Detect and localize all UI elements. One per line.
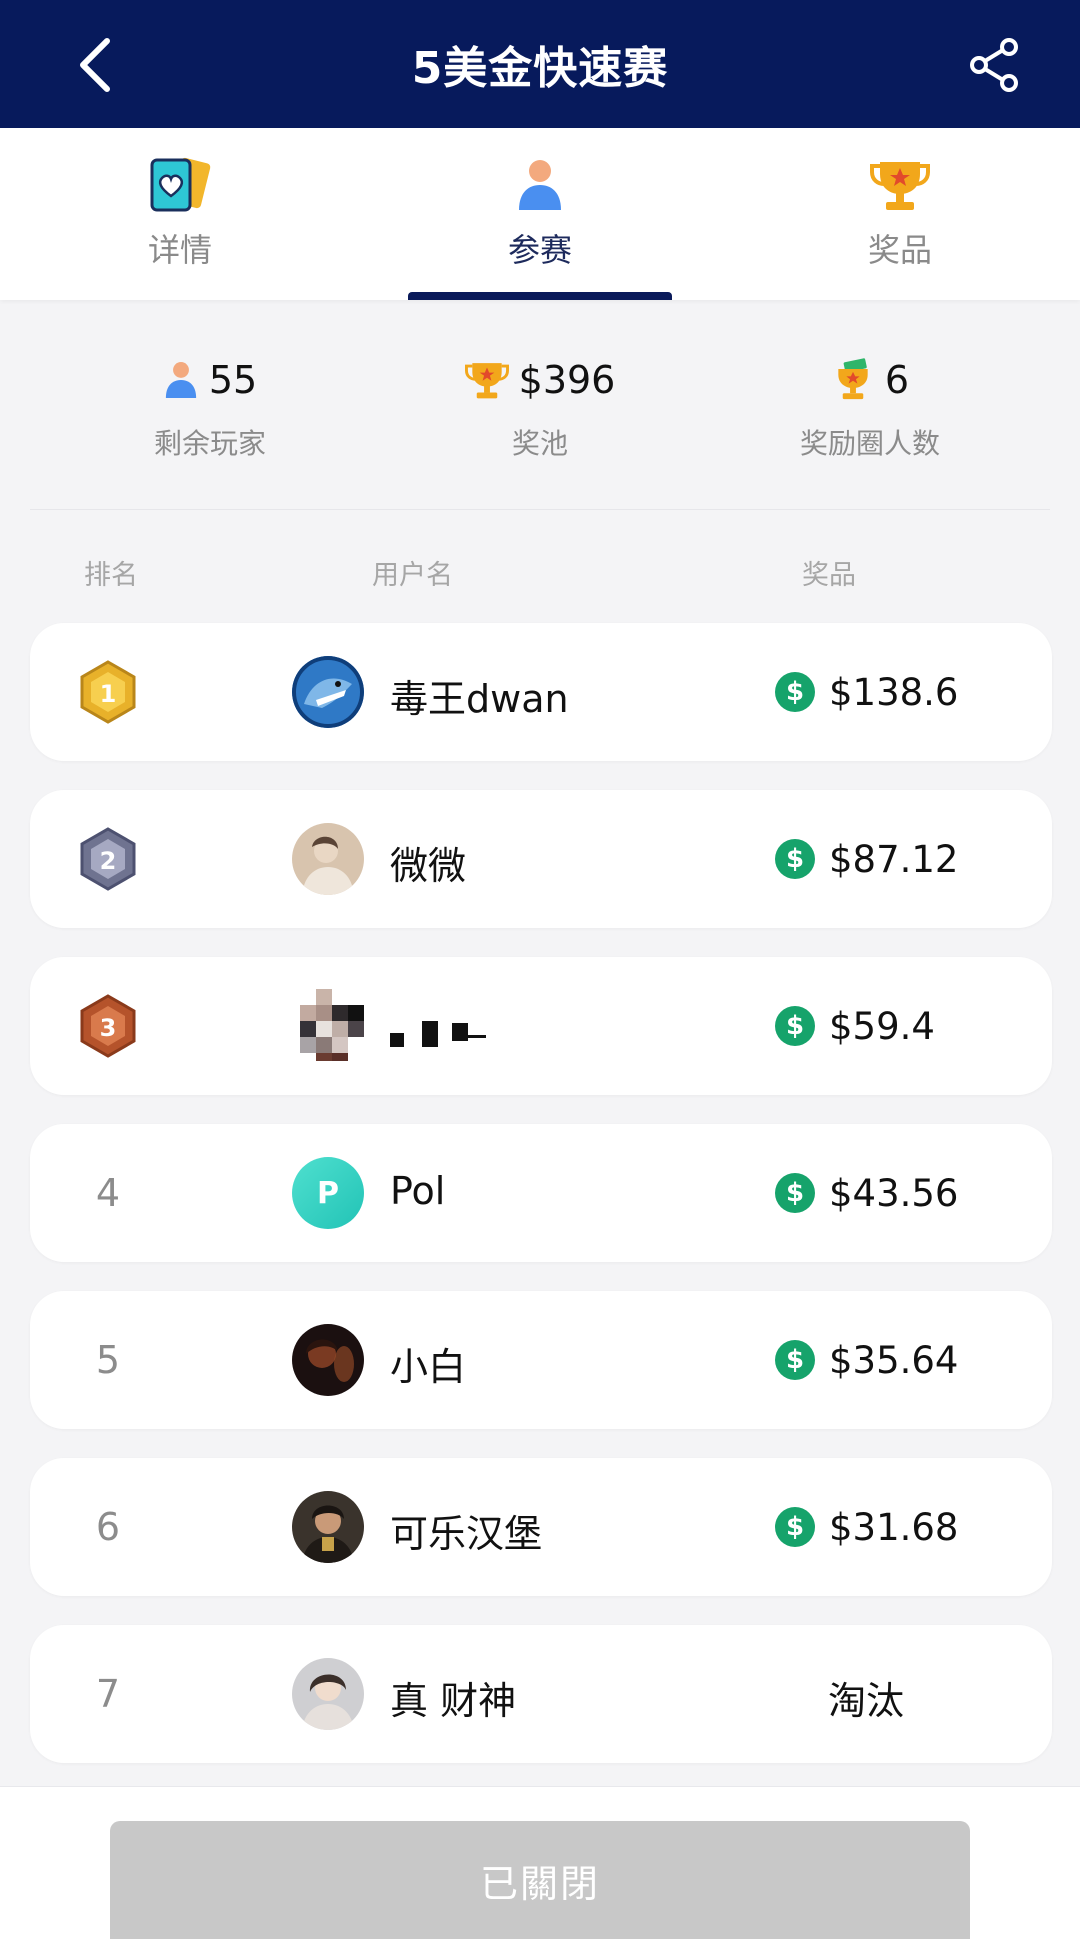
- avatar[interactable]: [292, 823, 364, 895]
- stat-prize-pool: $396 奖池: [370, 352, 710, 462]
- remaining-players-value: 55: [208, 358, 258, 402]
- active-tab-indicator: [408, 292, 672, 300]
- rank-number: 4: [95, 1171, 121, 1215]
- chevron-left-icon: [80, 38, 110, 92]
- rank-number: 5: [95, 1338, 121, 1382]
- share-icon: [970, 38, 1018, 92]
- avatar-letter[interactable]: P: [292, 1157, 364, 1229]
- player-row[interactable]: 1 毒王dwan $ $138.6: [30, 623, 1052, 761]
- player-row[interactable]: 3 $ $59.4: [30, 957, 1052, 1095]
- bronze-medal-icon: 3: [80, 994, 136, 1058]
- portrait-avatar-icon: [292, 1491, 364, 1563]
- tournament-stats: 55 剩余玩家 $396 奖池 6 奖励圈人数: [30, 300, 1050, 510]
- prize-amount: $43.56: [829, 1171, 959, 1215]
- prize-pool-value: $396: [518, 358, 616, 402]
- prize-amount: $31.68: [829, 1505, 959, 1549]
- cards-icon: [150, 157, 211, 212]
- prize-amount: $138.6: [829, 670, 959, 714]
- player-row[interactable]: 7 真 财神 淘汰: [30, 1625, 1052, 1763]
- username: 小白: [390, 1345, 467, 1389]
- paid-places-value: 6: [884, 358, 910, 402]
- player-row[interactable]: 4 P Pol $ $43.56: [30, 1124, 1052, 1262]
- bottom-bar: 已關閉: [0, 1786, 1080, 1939]
- rank-number: 7: [95, 1672, 121, 1716]
- dollar-icon: $: [775, 839, 815, 879]
- svg-text:3: 3: [100, 1014, 117, 1042]
- closed-button[interactable]: 已關閉: [110, 1821, 970, 1939]
- back-button[interactable]: [60, 30, 130, 100]
- player-row[interactable]: 2 微微 $ $87.12: [30, 790, 1052, 928]
- stat-paid-places: 6 奖励圈人数: [700, 352, 1040, 462]
- prize-amount: $87.12: [829, 837, 959, 881]
- player-row[interactable]: 5 小白 $ $35.64: [30, 1291, 1052, 1429]
- avatar-pixelated[interactable]: [300, 989, 372, 1061]
- prize: $ $35.64: [775, 1324, 958, 1396]
- username: 真 财神: [390, 1679, 517, 1723]
- column-header-username: 用户名: [372, 560, 453, 591]
- avatar[interactable]: [292, 656, 364, 728]
- pixelated-avatar-icon: [300, 989, 364, 1061]
- page-title: 5美金快速赛: [411, 43, 669, 94]
- tab-details[interactable]: 详情: [0, 128, 360, 300]
- tab-prizes[interactable]: 奖品: [720, 128, 1080, 300]
- tab-participants-label: 参赛: [507, 231, 572, 269]
- username-pixelated: [390, 1015, 500, 1064]
- share-button[interactable]: [960, 30, 1030, 100]
- prize-amount: $35.64: [829, 1338, 959, 1382]
- trophy-icon: [870, 162, 930, 210]
- prize-pool-label: 奖池: [511, 427, 568, 460]
- shark-avatar-icon: [292, 656, 364, 728]
- silver-medal-icon: 2: [80, 827, 136, 891]
- dark-portrait-avatar-icon: [292, 1324, 364, 1396]
- rank-medal-gold: 1: [78, 657, 138, 727]
- dollar-icon: $: [775, 1173, 815, 1213]
- rank-medal-silver: 2: [78, 824, 138, 894]
- prize-amount: $59.4: [829, 1004, 935, 1048]
- tab-prizes-label: 奖品: [867, 231, 932, 269]
- remaining-players-label: 剩余玩家: [153, 427, 266, 460]
- avatar[interactable]: [292, 1324, 364, 1396]
- player-icon: [165, 362, 196, 398]
- prize: $ $31.68: [775, 1491, 958, 1563]
- trophy-icon: [464, 363, 509, 399]
- prize: $ $59.4: [775, 990, 935, 1062]
- top-bar: 5美金快速赛: [0, 0, 1080, 128]
- user-icon: [519, 160, 561, 210]
- money-trophy-icon: [838, 358, 868, 400]
- username: 微微: [390, 844, 467, 888]
- svg-text:2: 2: [100, 847, 117, 875]
- prize: $ $43.56: [775, 1157, 958, 1229]
- avatar[interactable]: [292, 1658, 364, 1730]
- portrait-avatar-icon: [292, 1658, 364, 1730]
- tab-participants[interactable]: 参赛: [360, 128, 720, 300]
- prize: $ $138.6: [775, 656, 958, 728]
- dollar-icon: $: [775, 1340, 815, 1380]
- column-header-prize: 奖品: [802, 560, 856, 591]
- svg-text:1: 1: [100, 680, 117, 708]
- rank-number: 6: [95, 1505, 121, 1549]
- prize: $ $87.12: [775, 823, 958, 895]
- username: Pol: [390, 1169, 446, 1213]
- dollar-icon: $: [775, 672, 815, 712]
- avatar[interactable]: [292, 1491, 364, 1563]
- gold-medal-icon: 1: [80, 660, 136, 724]
- tab-bar: 详情 参赛 奖品: [0, 128, 1080, 300]
- tab-details-label: 详情: [147, 231, 212, 269]
- obscured-username-glyph: [390, 1021, 486, 1047]
- username: 毒王dwan: [390, 677, 569, 721]
- paid-places-label: 奖励圈人数: [799, 427, 940, 460]
- dollar-icon: $: [775, 1006, 815, 1046]
- rank-medal-bronze: 3: [78, 991, 138, 1061]
- portrait-avatar-icon: [292, 823, 364, 895]
- username: 可乐汉堡: [390, 1512, 543, 1556]
- player-row[interactable]: 6 可乐汉堡 $ $31.68: [30, 1458, 1052, 1596]
- column-header-rank: 排名: [84, 560, 138, 591]
- dollar-icon: $: [775, 1507, 815, 1547]
- eliminated-status: 淘汰: [828, 1679, 905, 1723]
- stat-remaining-players: 55 剩余玩家: [40, 352, 380, 462]
